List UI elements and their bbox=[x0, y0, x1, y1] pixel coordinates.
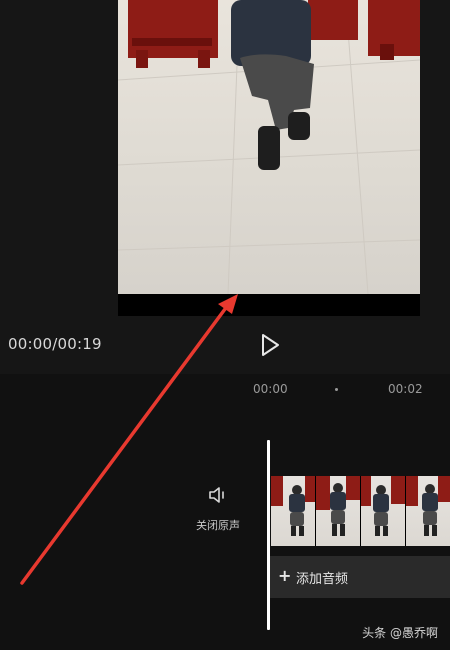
video-editor: 00:00/00:19 00:00 00:02 关闭原声 + 添加音频 头条 @… bbox=[0, 0, 450, 650]
timeline: 00:00 00:02 关闭原声 + 添加音频 头条 @愚乔啊 bbox=[0, 374, 450, 650]
play-button[interactable] bbox=[258, 332, 282, 358]
video-frame-image bbox=[118, 0, 420, 294]
clip-thumbnail-image bbox=[271, 476, 315, 536]
clip-thumbnail-image bbox=[316, 476, 360, 536]
clip-thumbnail bbox=[271, 476, 315, 546]
clip-thumbnail bbox=[361, 476, 405, 546]
speaker-icon bbox=[209, 487, 224, 503]
add-audio-label: 添加音频 bbox=[296, 572, 349, 587]
add-audio-button[interactable]: + 添加音频 bbox=[270, 556, 450, 598]
ruler-tick-label: 00:02 bbox=[388, 382, 423, 396]
plus-icon: + bbox=[278, 566, 292, 585]
clip-thumbnail-image bbox=[361, 476, 405, 536]
mute-original-audio-button[interactable]: 关闭原声 bbox=[190, 484, 246, 533]
watermark: 头条 @愚乔啊 bbox=[362, 626, 438, 640]
video-content-illustration bbox=[118, 0, 420, 294]
clip-thumbnail bbox=[316, 476, 360, 546]
play-icon bbox=[262, 334, 279, 356]
clip-thumbnail-image bbox=[406, 476, 450, 536]
ruler-tick-label: 00:00 bbox=[253, 382, 288, 396]
video-clip-track[interactable] bbox=[271, 476, 450, 546]
mute-label: 关闭原声 bbox=[196, 519, 240, 532]
video-preview[interactable] bbox=[118, 0, 420, 316]
clip-thumbnail bbox=[406, 476, 450, 546]
playhead[interactable] bbox=[267, 440, 270, 630]
ruler-dot bbox=[335, 388, 338, 391]
preview-area: 00:00/00:19 bbox=[0, 0, 450, 374]
time-readout: 00:00/00:19 bbox=[8, 335, 102, 353]
video-letterbox bbox=[118, 294, 420, 316]
